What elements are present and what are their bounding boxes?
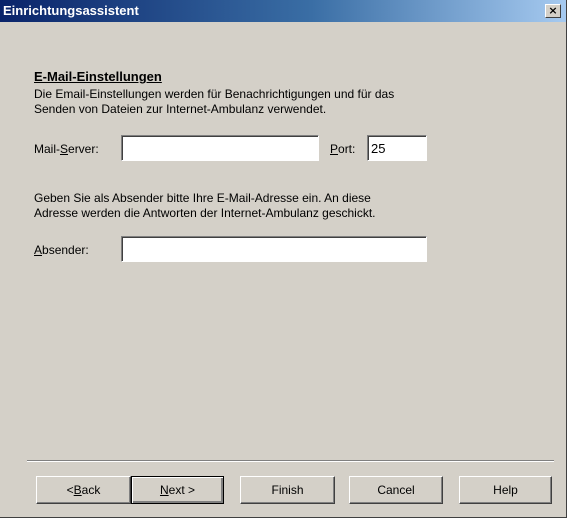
port-field-frame	[367, 135, 427, 161]
next-button-accesskey: N	[159, 483, 169, 497]
port-label-part: ort:	[338, 142, 356, 156]
mail-server-label-part: erver:	[68, 142, 99, 156]
help-button[interactable]: Help	[459, 476, 552, 504]
next-button[interactable]: Next >	[131, 476, 224, 504]
sender-info-line-1: Geben Sie als Absender bitte Ihre E-Mail…	[34, 191, 371, 205]
next-button-label: ext >	[168, 483, 196, 497]
mail-server-label-part: Mail-	[34, 142, 60, 156]
sender-label-part: bsender:	[42, 243, 89, 257]
sender-field-frame	[121, 236, 427, 262]
mail-server-field-frame	[121, 135, 319, 161]
port-label: Port:	[330, 142, 355, 156]
mail-server-input[interactable]	[122, 136, 318, 160]
button-separator	[27, 460, 554, 462]
back-button-label: <	[66, 483, 74, 497]
sender-input[interactable]	[122, 237, 426, 261]
cancel-button-label: Cancel	[377, 483, 415, 497]
help-button-label: Help	[493, 483, 518, 497]
back-button-label: ack	[81, 483, 101, 497]
mail-server-label: Mail-Server:	[34, 142, 99, 156]
intro-text-line-2: Senden von Dateien zur Internet-Ambulanz…	[34, 102, 327, 116]
section-heading: E-Mail-Einstellungen	[34, 69, 162, 84]
close-icon: ×	[548, 4, 558, 17]
mail-server-label-accesskey: S	[60, 142, 69, 156]
title-bar[interactable]: Einrichtungsassistent ×	[0, 0, 566, 22]
sender-label: Absender:	[34, 243, 89, 257]
setup-wizard-window: Einrichtungsassistent × E-Mail-Einstellu…	[0, 0, 567, 518]
cancel-button[interactable]: Cancel	[349, 476, 443, 504]
back-button-accesskey: B	[73, 483, 82, 497]
sender-label-accesskey: A	[34, 243, 43, 257]
finish-button[interactable]: Finish	[240, 476, 335, 504]
intro-text-line-1: Die Email-Einstellungen werden für Benac…	[34, 87, 395, 101]
window-title: Einrichtungsassistent	[3, 3, 139, 18]
sender-info-line-2: Adresse werden die Antworten der Interne…	[34, 206, 376, 220]
close-button[interactable]: ×	[545, 4, 561, 18]
port-label-accesskey: P	[330, 142, 339, 156]
port-input[interactable]	[368, 136, 426, 160]
back-button[interactable]: < Back	[36, 476, 131, 504]
finish-button-label: Finish	[271, 483, 304, 497]
